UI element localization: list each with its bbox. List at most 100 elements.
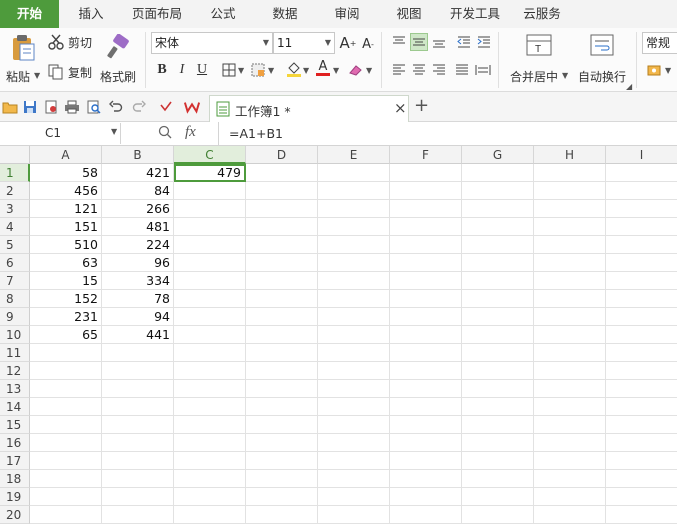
cell-d20[interactable] bbox=[246, 506, 318, 524]
cell-f12[interactable] bbox=[390, 362, 462, 380]
cell-d3[interactable] bbox=[246, 200, 318, 218]
cell-g16[interactable] bbox=[462, 434, 534, 452]
align-top-icon[interactable] bbox=[390, 33, 408, 51]
format-painter-button[interactable]: 格式刷 bbox=[100, 32, 140, 90]
cell-i1[interactable] bbox=[606, 164, 677, 182]
cell-i10[interactable] bbox=[606, 326, 677, 344]
cell-b10[interactable]: 441 bbox=[102, 326, 174, 344]
cell-g19[interactable] bbox=[462, 488, 534, 506]
cut-button[interactable]: 剪切 bbox=[48, 32, 96, 52]
cell-d1[interactable] bbox=[246, 164, 318, 182]
tab-data[interactable]: 数据 bbox=[262, 0, 308, 28]
cell-i12[interactable] bbox=[606, 362, 677, 380]
cell-h19[interactable] bbox=[534, 488, 606, 506]
cell-d18[interactable] bbox=[246, 470, 318, 488]
column-header-c[interactable]: C bbox=[174, 146, 246, 164]
cell-d10[interactable] bbox=[246, 326, 318, 344]
italic-button[interactable]: I bbox=[173, 61, 191, 79]
row-header-10[interactable]: 10 bbox=[0, 326, 30, 344]
tab-home[interactable]: 开始 bbox=[0, 0, 59, 28]
bold-button[interactable]: B bbox=[153, 61, 171, 79]
cell-b6[interactable]: 96 bbox=[102, 254, 174, 272]
cell-g13[interactable] bbox=[462, 380, 534, 398]
cell-g15[interactable] bbox=[462, 416, 534, 434]
cell-g17[interactable] bbox=[462, 452, 534, 470]
cell-e9[interactable] bbox=[318, 308, 390, 326]
column-header-b[interactable]: B bbox=[102, 146, 174, 164]
row-header-14[interactable]: 14 bbox=[0, 398, 30, 416]
cell-i9[interactable] bbox=[606, 308, 677, 326]
cell-b1[interactable]: 421 bbox=[102, 164, 174, 182]
column-header-e[interactable]: E bbox=[318, 146, 390, 164]
cell-e20[interactable] bbox=[318, 506, 390, 524]
cell-c6[interactable] bbox=[174, 254, 246, 272]
cell-e11[interactable] bbox=[318, 344, 390, 362]
cell-g6[interactable] bbox=[462, 254, 534, 272]
cell-a1[interactable]: 58 bbox=[30, 164, 102, 182]
paste-button[interactable]: 粘贴 ▼ bbox=[6, 32, 42, 90]
cell-a5[interactable]: 510 bbox=[30, 236, 102, 254]
cell-b20[interactable] bbox=[102, 506, 174, 524]
cell-b16[interactable] bbox=[102, 434, 174, 452]
cell-d17[interactable] bbox=[246, 452, 318, 470]
cell-g10[interactable] bbox=[462, 326, 534, 344]
cell-h20[interactable] bbox=[534, 506, 606, 524]
cell-b18[interactable] bbox=[102, 470, 174, 488]
cell-h11[interactable] bbox=[534, 344, 606, 362]
row-header-1[interactable]: 1 bbox=[0, 164, 30, 182]
cell-d19[interactable] bbox=[246, 488, 318, 506]
cell-c10[interactable] bbox=[174, 326, 246, 344]
row-header-13[interactable]: 13 bbox=[0, 380, 30, 398]
cell-b17[interactable] bbox=[102, 452, 174, 470]
cell-e12[interactable] bbox=[318, 362, 390, 380]
wps-logo-icon[interactable] bbox=[184, 99, 200, 115]
number-format-select[interactable]: 常规 bbox=[642, 32, 677, 54]
cell-f1[interactable] bbox=[390, 164, 462, 182]
align-bottom-icon[interactable] bbox=[430, 33, 448, 51]
row-header-9[interactable]: 9 bbox=[0, 308, 30, 326]
cell-b12[interactable] bbox=[102, 362, 174, 380]
cell-g1[interactable] bbox=[462, 164, 534, 182]
cell-a16[interactable] bbox=[30, 434, 102, 452]
cell-c20[interactable] bbox=[174, 506, 246, 524]
cell-a3[interactable]: 121 bbox=[30, 200, 102, 218]
chevron-down-icon[interactable]: ▼ bbox=[111, 127, 117, 136]
row-header-12[interactable]: 12 bbox=[0, 362, 30, 380]
increase-font-icon[interactable]: A + bbox=[339, 34, 357, 52]
cell-e14[interactable] bbox=[318, 398, 390, 416]
cell-f5[interactable] bbox=[390, 236, 462, 254]
name-box[interactable]: C1 ▼ bbox=[1, 123, 121, 144]
cell-i2[interactable] bbox=[606, 182, 677, 200]
cell-c16[interactable] bbox=[174, 434, 246, 452]
cell-c3[interactable] bbox=[174, 200, 246, 218]
cell-i8[interactable] bbox=[606, 290, 677, 308]
cell-a7[interactable]: 15 bbox=[30, 272, 102, 290]
row-header-16[interactable]: 16 bbox=[0, 434, 30, 452]
cell-h10[interactable] bbox=[534, 326, 606, 344]
tab-page-layout[interactable]: 页面布局 bbox=[128, 0, 186, 28]
cell-i20[interactable] bbox=[606, 506, 677, 524]
cell-e15[interactable] bbox=[318, 416, 390, 434]
cell-d8[interactable] bbox=[246, 290, 318, 308]
cell-b11[interactable] bbox=[102, 344, 174, 362]
cell-c4[interactable] bbox=[174, 218, 246, 236]
cell-e6[interactable] bbox=[318, 254, 390, 272]
cell-f8[interactable] bbox=[390, 290, 462, 308]
cell-c5[interactable] bbox=[174, 236, 246, 254]
redo-icon[interactable] bbox=[131, 99, 147, 115]
cell-a2[interactable]: 456 bbox=[30, 182, 102, 200]
align-left-icon[interactable] bbox=[390, 61, 408, 79]
font-size-select[interactable]: 11 ▼ bbox=[273, 32, 335, 54]
cell-g11[interactable] bbox=[462, 344, 534, 362]
cell-d7[interactable] bbox=[246, 272, 318, 290]
export-pdf-icon[interactable] bbox=[43, 99, 59, 115]
row-header-4[interactable]: 4 bbox=[0, 218, 30, 236]
chevron-down-icon[interactable]: ▼ bbox=[665, 66, 671, 75]
row-header-15[interactable]: 15 bbox=[0, 416, 30, 434]
save-icon[interactable] bbox=[22, 99, 38, 115]
cell-h4[interactable] bbox=[534, 218, 606, 236]
cell-a17[interactable] bbox=[30, 452, 102, 470]
cell-e7[interactable] bbox=[318, 272, 390, 290]
cell-c8[interactable] bbox=[174, 290, 246, 308]
cell-c14[interactable] bbox=[174, 398, 246, 416]
